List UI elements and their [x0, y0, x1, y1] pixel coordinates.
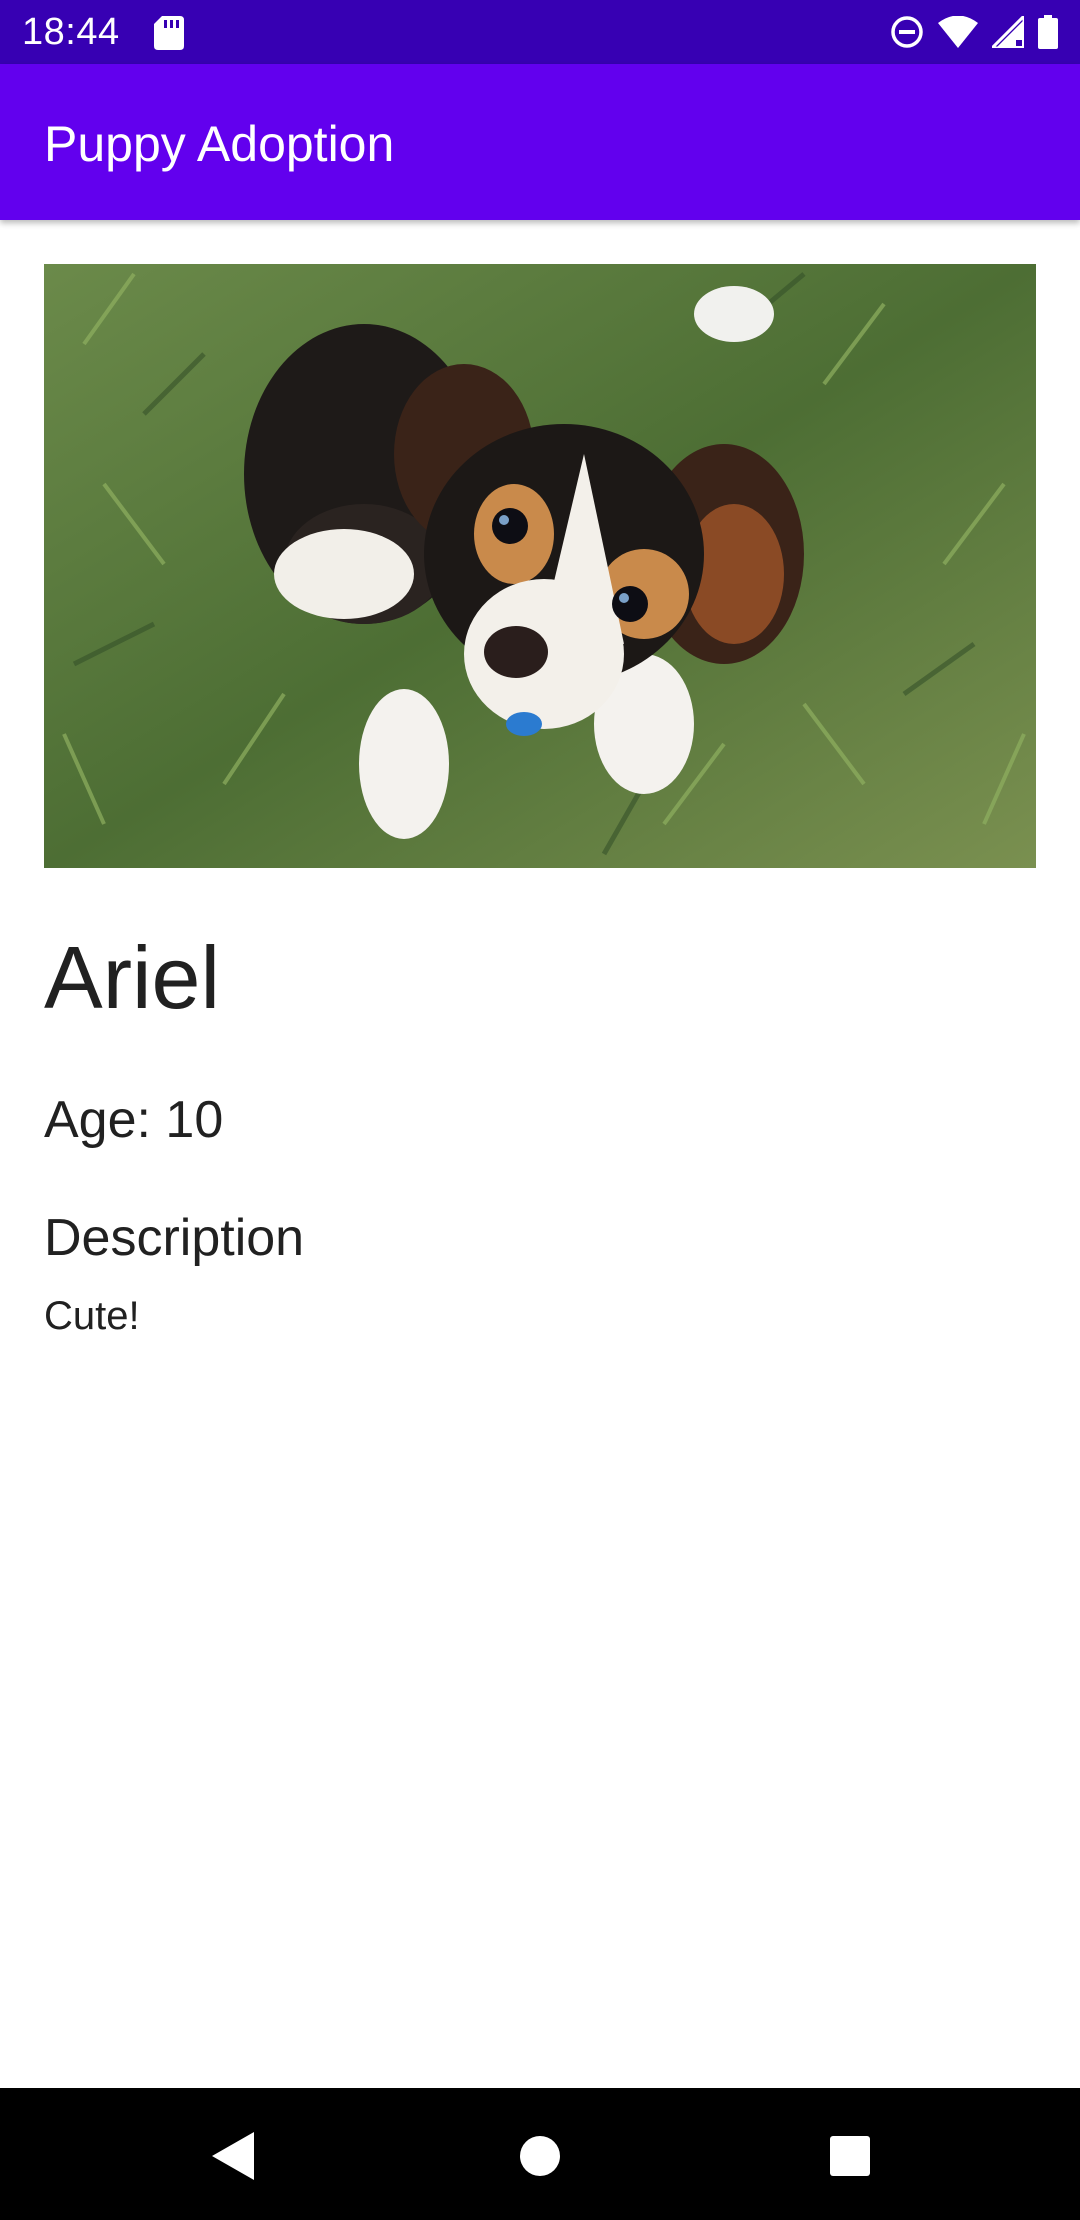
app-bar: Puppy Adoption [0, 64, 1080, 220]
puppy-age: Age: 10 [44, 1091, 224, 1149]
cell-signal-icon [992, 16, 1024, 48]
app-title: Puppy Adoption [44, 116, 395, 172]
back-icon [212, 2132, 254, 2180]
sd-card-icon [154, 16, 184, 50]
description-heading: Description [44, 1209, 305, 1267]
home-icon [520, 2136, 560, 2176]
wifi-icon [938, 16, 978, 48]
puppy-name: Ariel [44, 928, 221, 1027]
puppy-detail-screen: 18:44 Puppy Adoption Ariel Age: 10 Descr… [0, 0, 1080, 2220]
status-time: 18:44 [22, 11, 120, 53]
navigation-bar [0, 2088, 1080, 2220]
battery-icon [1038, 15, 1058, 49]
description-text: Cute! [44, 1294, 140, 1338]
recents-icon [830, 2136, 870, 2176]
recents-button[interactable] [822, 2128, 878, 2184]
back-button[interactable] [206, 2128, 262, 2184]
status-icons [890, 14, 1058, 50]
puppy-photo [44, 264, 1036, 868]
status-bar: 18:44 [0, 0, 1080, 64]
do-not-disturb-icon [891, 16, 923, 48]
home-button[interactable] [512, 2128, 568, 2184]
